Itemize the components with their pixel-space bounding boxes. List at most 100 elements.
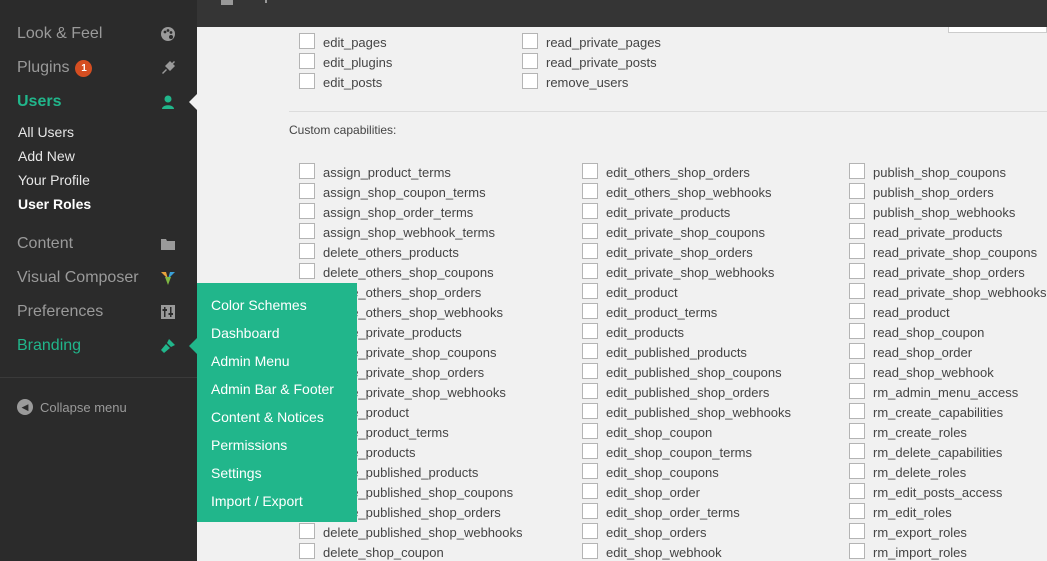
- menu-users[interactable]: Users: [0, 85, 197, 119]
- submenu-user-roles[interactable]: User Roles: [18, 196, 91, 212]
- capability-checkbox[interactable]: [849, 363, 865, 379]
- flyout-admin-menu[interactable]: Admin Menu: [211, 353, 290, 369]
- capability-checkbox[interactable]: [849, 523, 865, 539]
- capability-checkbox[interactable]: [582, 163, 598, 179]
- capability-checkbox[interactable]: [299, 243, 315, 259]
- menu-visual-composer[interactable]: Visual Composer: [0, 261, 197, 295]
- capability-checkbox[interactable]: [522, 53, 538, 69]
- capability-checkbox[interactable]: [582, 423, 598, 439]
- capability-checkbox[interactable]: [582, 383, 598, 399]
- capability-checkbox[interactable]: [849, 203, 865, 219]
- menu-plugins[interactable]: Plugins 1: [0, 51, 197, 85]
- capability-label: publish_shop_orders: [873, 185, 994, 200]
- flyout-color-schemes[interactable]: Color Schemes: [211, 297, 307, 313]
- capability-checkbox[interactable]: [582, 263, 598, 279]
- capability-checkbox[interactable]: [849, 543, 865, 559]
- branding-flyout-menu: Color Schemes Dashboard Admin Menu Admin…: [197, 283, 357, 522]
- capability-checkbox[interactable]: [849, 383, 865, 399]
- capability-checkbox[interactable]: [299, 33, 315, 49]
- capability-label: rm_edit_roles: [873, 505, 952, 520]
- capability-checkbox[interactable]: [849, 223, 865, 239]
- capability-label: edit_shop_webhook: [606, 545, 722, 560]
- capability-checkbox[interactable]: [849, 463, 865, 479]
- capability-checkbox[interactable]: [299, 53, 315, 69]
- flyout-permissions[interactable]: Permissions: [211, 437, 287, 453]
- capability-label: publish_shop_coupons: [873, 165, 1006, 180]
- screen-options-box[interactable]: [948, 27, 1047, 33]
- capability-checkbox[interactable]: [849, 163, 865, 179]
- capability-checkbox[interactable]: [299, 523, 315, 539]
- menu-branding[interactable]: Branding: [0, 329, 197, 363]
- capability-checkbox[interactable]: [849, 443, 865, 459]
- capability-checkbox[interactable]: [582, 523, 598, 539]
- capability-label: read_shop_webhook: [873, 365, 994, 380]
- capability-checkbox[interactable]: [582, 203, 598, 219]
- palette-icon: [159, 25, 177, 43]
- capability-checkbox[interactable]: [582, 343, 598, 359]
- capability-checkbox[interactable]: [582, 303, 598, 319]
- capability-checkbox[interactable]: [582, 543, 598, 559]
- capability-label: edit_shop_order: [606, 485, 700, 500]
- capability-checkbox[interactable]: [582, 463, 598, 479]
- capability-checkbox[interactable]: [299, 163, 315, 179]
- capability-label: edit_product: [606, 285, 678, 300]
- collapse-label: Collapse menu: [40, 399, 127, 415]
- capability-label: edit_plugins: [323, 55, 393, 70]
- capability-checkbox[interactable]: [299, 263, 315, 279]
- capability-checkbox[interactable]: [299, 203, 315, 219]
- capability-checkbox[interactable]: [849, 403, 865, 419]
- flyout-content-notices[interactable]: Content & Notices: [211, 409, 324, 425]
- capability-checkbox[interactable]: [522, 73, 538, 89]
- submenu-your-profile[interactable]: Your Profile: [18, 172, 90, 188]
- capability-checkbox[interactable]: [582, 483, 598, 499]
- admin-top-bar: [197, 0, 1047, 27]
- capability-checkbox[interactable]: [299, 73, 315, 89]
- capability-checkbox[interactable]: [849, 243, 865, 259]
- capability-checkbox[interactable]: [849, 183, 865, 199]
- capability-checkbox[interactable]: [849, 323, 865, 339]
- menu-preferences[interactable]: Preferences: [0, 295, 197, 329]
- capability-checkbox[interactable]: [849, 483, 865, 499]
- capability-label: edit_published_shop_webhooks: [606, 405, 792, 420]
- toolbar-icon[interactable]: [221, 0, 233, 5]
- menu-label: Branding: [17, 337, 82, 354]
- flyout-settings[interactable]: Settings: [211, 465, 262, 481]
- submenu-all-users[interactable]: All Users: [18, 124, 74, 140]
- submenu-add-new[interactable]: Add New: [18, 148, 75, 164]
- capability-checkbox[interactable]: [582, 223, 598, 239]
- capability-checkbox[interactable]: [582, 403, 598, 419]
- flyout-import-export[interactable]: Import / Export: [211, 493, 303, 509]
- capability-label: rm_import_roles: [873, 545, 967, 560]
- capability-checkbox[interactable]: [849, 423, 865, 439]
- capability-checkbox[interactable]: [849, 263, 865, 279]
- collapse-menu-button[interactable]: ◀ Collapse menu: [17, 399, 127, 415]
- menu-label: Preferences: [17, 303, 104, 320]
- plug-icon: [159, 59, 177, 77]
- capability-label: edit_private_shop_coupons: [606, 225, 766, 240]
- capability-checkbox[interactable]: [849, 283, 865, 299]
- capability-checkbox[interactable]: [582, 283, 598, 299]
- capability-checkbox[interactable]: [299, 543, 315, 559]
- flyout-admin-bar-footer[interactable]: Admin Bar & Footer: [211, 381, 334, 397]
- capability-checkbox[interactable]: [582, 443, 598, 459]
- capability-checkbox[interactable]: [582, 503, 598, 519]
- section-divider: [289, 111, 1047, 112]
- capability-checkbox[interactable]: [582, 183, 598, 199]
- capability-checkbox[interactable]: [522, 33, 538, 49]
- capability-checkbox[interactable]: [582, 323, 598, 339]
- menu-content[interactable]: Content: [0, 227, 197, 261]
- capability-checkbox[interactable]: [849, 503, 865, 519]
- capability-checkbox[interactable]: [849, 343, 865, 359]
- capability-checkbox[interactable]: [849, 303, 865, 319]
- toolbar-icon[interactable]: [265, 0, 267, 3]
- capability-checkbox[interactable]: [299, 223, 315, 239]
- capability-label: edit_published_shop_orders: [606, 385, 770, 400]
- capability-checkbox[interactable]: [582, 243, 598, 259]
- flyout-dashboard[interactable]: Dashboard: [211, 325, 280, 341]
- menu-look-and-feel[interactable]: Look & Feel: [0, 17, 197, 51]
- capability-label: edit_shop_coupon_terms: [606, 445, 752, 460]
- capability-label: edit_others_shop_webhooks: [606, 185, 772, 200]
- capability-checkbox[interactable]: [299, 183, 315, 199]
- capability-checkbox[interactable]: [582, 363, 598, 379]
- capability-label: edit_published_products: [606, 345, 747, 360]
